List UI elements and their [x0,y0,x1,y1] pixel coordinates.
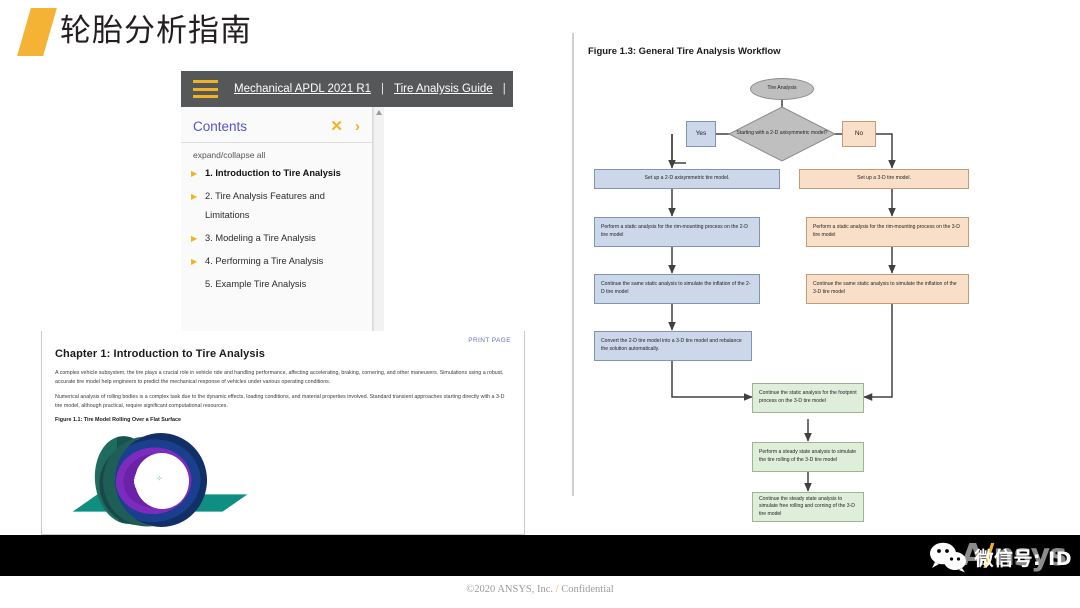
sidebar-item-label: 4. Performing a Tire Analysis [205,256,324,266]
expand-collapse-all-link[interactable]: expand/collapse all [181,143,372,162]
sidebar-item-label: 5. Example Tire Analysis [205,279,307,289]
sidebar-item-modeling[interactable]: ▶ 3. Modeling a Tire Analysis [191,227,362,250]
footer-black-bar [0,535,1080,576]
flow-node-left-2: Perform a static analysis for the rim-mo… [594,217,760,247]
sidebar-item-label: 1. Introduction to Tire Analysis [205,168,341,178]
copyright-suffix: Confidential [558,584,614,595]
breadcrumb-separator-2: | [502,83,506,95]
flow-node-right-3: Continue the same static analysis to sim… [806,274,969,304]
print-page-link[interactable]: PRINT PAGE [468,337,511,344]
flow-decision-label: Starting with a 2-D axisymmetric model? [736,130,828,137]
copyright-prefix: ©2020 ANSYS, Inc. [466,584,556,595]
flow-node-left-4: Convert the 2-D tire model into a 3-D ti… [594,331,752,361]
triangle-right-icon[interactable]: ▶ [191,252,199,271]
triangle-right-icon[interactable]: ▶ [191,164,199,183]
chapter-heading: Chapter 1: Introduction to Tire Analysis [55,348,265,360]
help-content-pane [373,107,513,331]
vertical-scrollbar[interactable] [373,107,384,331]
contents-panel: Contents ✕ › expand/collapse all ▶ 1. In… [181,107,373,331]
body-paragraph-2: Numerical analysis of rolling bodies is … [55,394,505,409]
help-viewer-body: Contents ✕ › expand/collapse all ▶ 1. In… [181,107,513,331]
hamburger-menu-icon[interactable] [193,80,218,98]
wechat-icon [930,542,967,573]
flow-node-merged-2: Perform a steady state analysis to simul… [752,442,864,472]
breadcrumb-guide-link[interactable]: Tire Analysis Guide [394,83,493,95]
flow-node-right-2: Perform a static analysis for the rim-mo… [806,217,969,247]
axis-triad-icon: ⊹ [157,476,163,483]
flow-branch-no: No [842,121,876,147]
tire-model-figure: ⊹ [72,427,287,532]
flow-node-start: Tire Analysis [750,78,814,100]
wechat-id-text: 微信号: ID [974,547,1072,570]
contents-list: ▶ 1. Introduction to Tire Analysis ▶ 2. … [181,162,372,296]
help-viewer-window: Mechanical APDL 2021 R1 | Tire Analysis … [181,71,513,331]
breadcrumb-product-link[interactable]: Mechanical APDL 2021 R1 [234,83,371,95]
contents-title: Contents [193,119,248,134]
copyright-text: ©2020 ANSYS, Inc. / Confidential [0,584,1080,595]
slide-canvas: 轮胎分析指南 Mechanical APDL 2021 R1 | Tire An… [0,0,1080,608]
flowchart-connectors [668,100,896,492]
page-title: 轮胎分析指南 [60,13,252,49]
flow-node-left-3: Continue the same static analysis to sim… [594,274,760,304]
chevron-right-icon[interactable]: › [355,119,360,134]
figure-caption: Figure 1.1: Tire Model Rolling Over a Fl… [55,417,182,424]
sidebar-item-label: 3. Modeling a Tire Analysis [205,233,316,243]
document-panel: PRINT PAGE Chapter 1: Introduction to Ti… [41,331,525,535]
scroll-up-arrow-icon[interactable] [376,110,382,115]
flow-node-merged-3: Continue the steady state analysis to si… [752,492,864,522]
flow-node-decision: Starting with a 2-D axisymmetric model? [728,106,836,162]
triangle-right-icon[interactable]: ▶ [191,187,199,206]
help-viewer-header: Mechanical APDL 2021 R1 | Tire Analysis … [181,71,513,107]
title-accent-slash [17,8,57,56]
flowchart-panel: Figure 1.3: General Tire Analysis Workfl… [572,33,988,522]
close-icon[interactable]: ✕ [330,119,343,134]
wechat-badge: 微信号: ID [928,541,1072,573]
flow-node-merged-1: Continue the static analysis for the foo… [752,383,864,413]
sidebar-item-features[interactable]: ▶ 2. Tire Analysis Features and Limitati… [191,185,362,227]
triangle-right-icon[interactable]: ▶ [191,229,199,248]
breadcrumb-separator-1: | [381,83,385,95]
sidebar-item-performing[interactable]: ▶ 4. Performing a Tire Analysis [191,250,362,273]
sidebar-item-label: 2. Tire Analysis Features and Limitation… [205,191,325,220]
body-paragraph-1: A complex vehicle subsystem, the tire pl… [55,370,504,385]
flow-branch-yes: Yes [686,121,716,147]
contents-header: Contents ✕ › [181,107,372,143]
sidebar-item-intro[interactable]: ▶ 1. Introduction to Tire Analysis [191,162,362,185]
flow-node-left-1: Set up a 2-D axisymmetric tire model. [594,169,780,189]
sidebar-item-example[interactable]: ▶ 5. Example Tire Analysis [191,273,362,296]
flow-node-right-1: Set up a 3-D tire model. [799,169,969,189]
